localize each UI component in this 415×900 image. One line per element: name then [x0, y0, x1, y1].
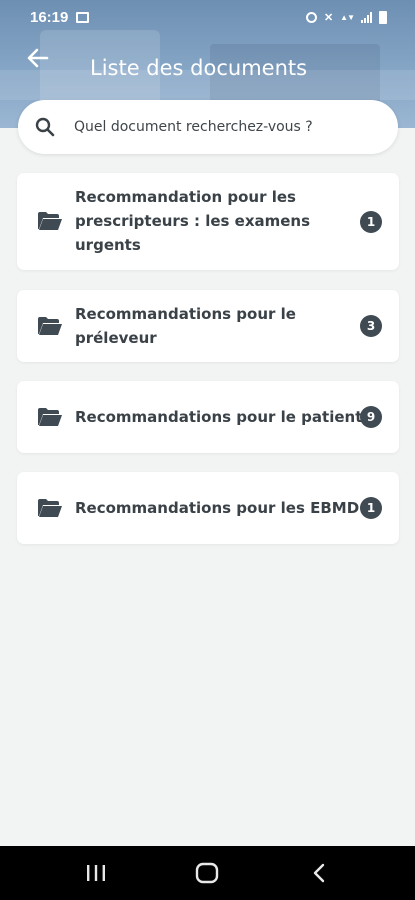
count-badge: 9: [360, 406, 382, 428]
folder-open-icon: [38, 408, 62, 426]
document-item[interactable]: Recommandations pour le patient 9: [17, 381, 399, 453]
document-item[interactable]: Recommandations pour les EBMD 1: [17, 472, 399, 544]
document-label: Recommandations pour les EBMD: [75, 499, 360, 517]
recent-apps-icon[interactable]: [76, 858, 116, 888]
back-arrow-icon[interactable]: [26, 46, 50, 70]
status-time: 16:19: [30, 8, 69, 26]
mute-icon: ✕: [323, 11, 334, 24]
folder-open-icon: [38, 212, 62, 230]
back-icon[interactable]: [299, 858, 339, 888]
gallery-icon: [76, 11, 90, 23]
search-icon: [34, 116, 56, 138]
home-icon[interactable]: [187, 858, 227, 888]
document-item[interactable]: Recommandations pour le préleveur 3: [17, 290, 399, 362]
cell-signal-icon: [361, 11, 372, 23]
battery-icon: [379, 10, 387, 24]
count-badge: 1: [360, 211, 382, 233]
search-input[interactable]: Quel document recherchez-vous ?: [74, 119, 313, 135]
alarm-icon: [305, 11, 317, 23]
status-bar: 16:19 ✕ ▲▼: [0, 0, 415, 34]
search-bar[interactable]: Quel document recherchez-vous ?: [18, 100, 398, 154]
document-label: Recommandations pour le patient: [75, 408, 363, 426]
status-icons: ✕ ▲▼: [305, 10, 387, 24]
system-navigation-bar: [0, 846, 415, 900]
document-label: Recommandations pour le préleveur: [75, 305, 296, 347]
folder-open-icon: [38, 499, 62, 517]
count-badge: 1: [360, 497, 382, 519]
count-badge: 3: [360, 315, 382, 337]
folder-open-icon: [38, 317, 62, 335]
document-item[interactable]: Recommandation pour les prescripteurs : …: [17, 173, 399, 270]
document-label: Recommandation pour les prescripteurs : …: [75, 188, 311, 254]
wifi-signal-icon: ▲▼: [340, 12, 355, 22]
page-title: Liste des documents: [90, 56, 308, 80]
